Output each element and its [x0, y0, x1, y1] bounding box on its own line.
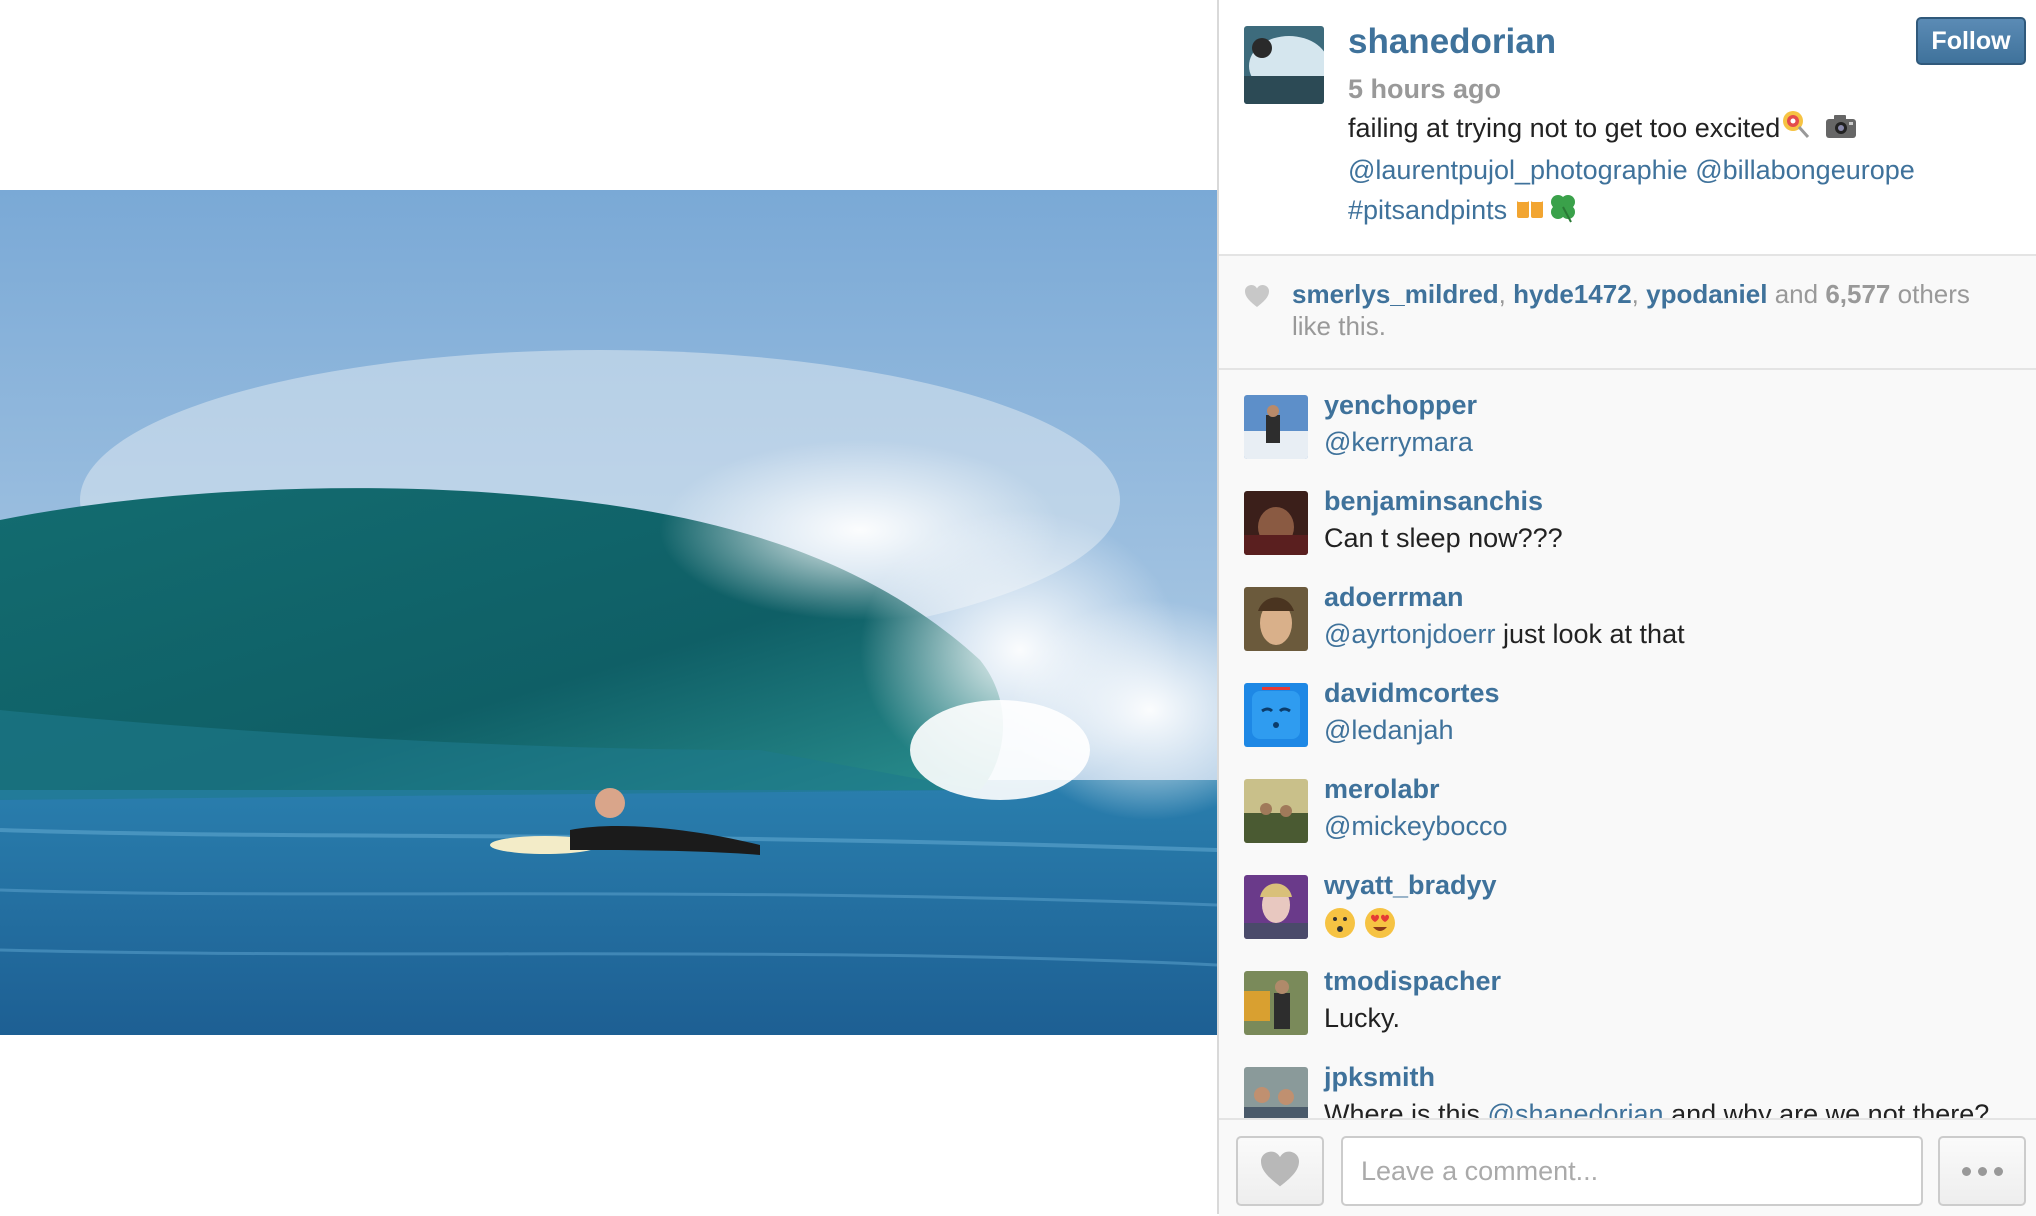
commenter-avatar[interactable] [1244, 395, 1308, 459]
author-username[interactable]: shanedorian [1348, 22, 1556, 62]
liker-username[interactable]: smerlys_mildred [1292, 279, 1499, 309]
comment-text: @kerrymara [1324, 427, 1473, 458]
commenter-username[interactable]: merolabr [1324, 774, 1440, 805]
camera-emoji [1825, 110, 1857, 150]
comment-item: yenchopper @kerrymara [1219, 370, 2036, 466]
comment-body: just look at that [1495, 619, 1685, 649]
comment-body: Where is this [1324, 1099, 1488, 1118]
comment-mention[interactable]: @ledanjah [1324, 715, 1454, 745]
comment-mention[interactable]: @kerrymara [1324, 427, 1473, 457]
comment-item: wyatt_bradyy [1219, 850, 2036, 946]
comment-text [1324, 907, 1396, 946]
caption-tag-photographer[interactable]: @laurentpujol_photographie [1348, 155, 1688, 185]
commenter-avatar[interactable] [1244, 1067, 1308, 1118]
heart-icon [1259, 1150, 1301, 1193]
commenter-avatar[interactable] [1244, 875, 1308, 939]
comment-text: @mickeybocco [1324, 811, 1507, 842]
more-dots-icon [1993, 1166, 2003, 1176]
four-leaf-clover-emoji [1547, 191, 1579, 234]
comment-item: merolabr @mickeybocco [1219, 754, 2036, 850]
comment-text: Lucky. [1324, 1003, 1401, 1033]
caption-tag-billabong[interactable]: @billabongeurope [1695, 155, 1915, 185]
commenter-avatar[interactable] [1244, 683, 1308, 747]
heart-eyes-emoji [1364, 907, 1396, 946]
comment-body: and why are we not there? [1663, 1099, 1990, 1118]
comment-list[interactable]: yenchopper @kerrymara benjaminsanchis Ca… [1219, 370, 2036, 1118]
more-options-button[interactable] [1938, 1136, 2026, 1206]
commenter-username[interactable]: benjaminsanchis [1324, 486, 1543, 517]
beer-mugs-emoji [1515, 192, 1547, 233]
more-dots-icon [1961, 1166, 1971, 1176]
post-caption: failing at trying not to get too excited… [1348, 108, 1988, 234]
follow-button[interactable]: Follow [1916, 17, 2026, 65]
commenter-avatar[interactable] [1244, 587, 1308, 651]
commenter-username[interactable]: wyatt_bradyy [1324, 870, 1497, 901]
commenter-username[interactable]: jpksmith [1324, 1062, 1435, 1093]
commenter-username[interactable]: tmodispacher [1324, 966, 1501, 997]
commenter-username[interactable]: davidmcortes [1324, 678, 1500, 709]
comment-text: @ayrtonjdoerr just look at that [1324, 619, 1685, 650]
post-timestamp[interactable]: 5 hours ago [1348, 74, 1501, 105]
comment-mention[interactable]: @shanedorian [1488, 1099, 1664, 1118]
comment-mention[interactable]: @mickeybocco [1324, 811, 1507, 841]
photo-pane [0, 0, 1217, 1214]
comment-item: jpksmith Where is this @shanedorian and … [1219, 1042, 2036, 1118]
liker-username[interactable]: hyde1472 [1513, 279, 1632, 309]
comment-input[interactable] [1341, 1136, 1923, 1206]
heart-icon [1244, 284, 1270, 313]
like-button[interactable] [1236, 1136, 1324, 1206]
comment-item: benjaminsanchis Can t sleep now??? [1219, 466, 2036, 562]
comment-footer [1219, 1118, 2036, 1216]
post-header: shanedorian 5 hours ago failing at tryin… [1219, 0, 2036, 256]
hushed-face-emoji [1324, 907, 1356, 946]
commenter-avatar[interactable] [1244, 491, 1308, 555]
post-side-panel: shanedorian 5 hours ago failing at tryin… [1217, 0, 2036, 1216]
comment-item: adoerrman @ayrtonjdoerr just look at tha… [1219, 562, 2036, 658]
commenter-avatar[interactable] [1244, 971, 1308, 1035]
caption-hashtag[interactable]: #pitsandpints [1348, 195, 1507, 225]
commenter-username[interactable]: yenchopper [1324, 390, 1477, 421]
comment-mention[interactable]: @ayrtonjdoerr [1324, 619, 1495, 649]
post-photo [0, 190, 1217, 1035]
likes-joiner: and [1774, 279, 1819, 309]
commenter-username[interactable]: adoerrman [1324, 582, 1464, 613]
comment-item: davidmcortes @ledanjah [1219, 658, 2036, 754]
author-avatar[interactable] [1244, 26, 1324, 104]
caption-text: failing at trying not to get too excited [1348, 113, 1781, 143]
likes-section: smerlys_mildred, hyde1472, ypodaniel and… [1219, 256, 2036, 370]
liker-username[interactable]: ypodaniel [1646, 279, 1767, 309]
likes-summary: smerlys_mildred, hyde1472, ypodaniel and… [1292, 279, 1970, 341]
more-dots-icon [1977, 1166, 1987, 1176]
comment-text: Can t sleep now??? [1324, 523, 1563, 553]
comment-text: Where is this @shanedorian and why are w… [1324, 1099, 1989, 1118]
likes-count[interactable]: 6,577 [1825, 279, 1890, 309]
lollipop-emoji [1780, 109, 1810, 150]
comment-item: tmodispacher Lucky. [1219, 946, 2036, 1042]
commenter-avatar[interactable] [1244, 779, 1308, 843]
comment-text: @ledanjah [1324, 715, 1454, 746]
